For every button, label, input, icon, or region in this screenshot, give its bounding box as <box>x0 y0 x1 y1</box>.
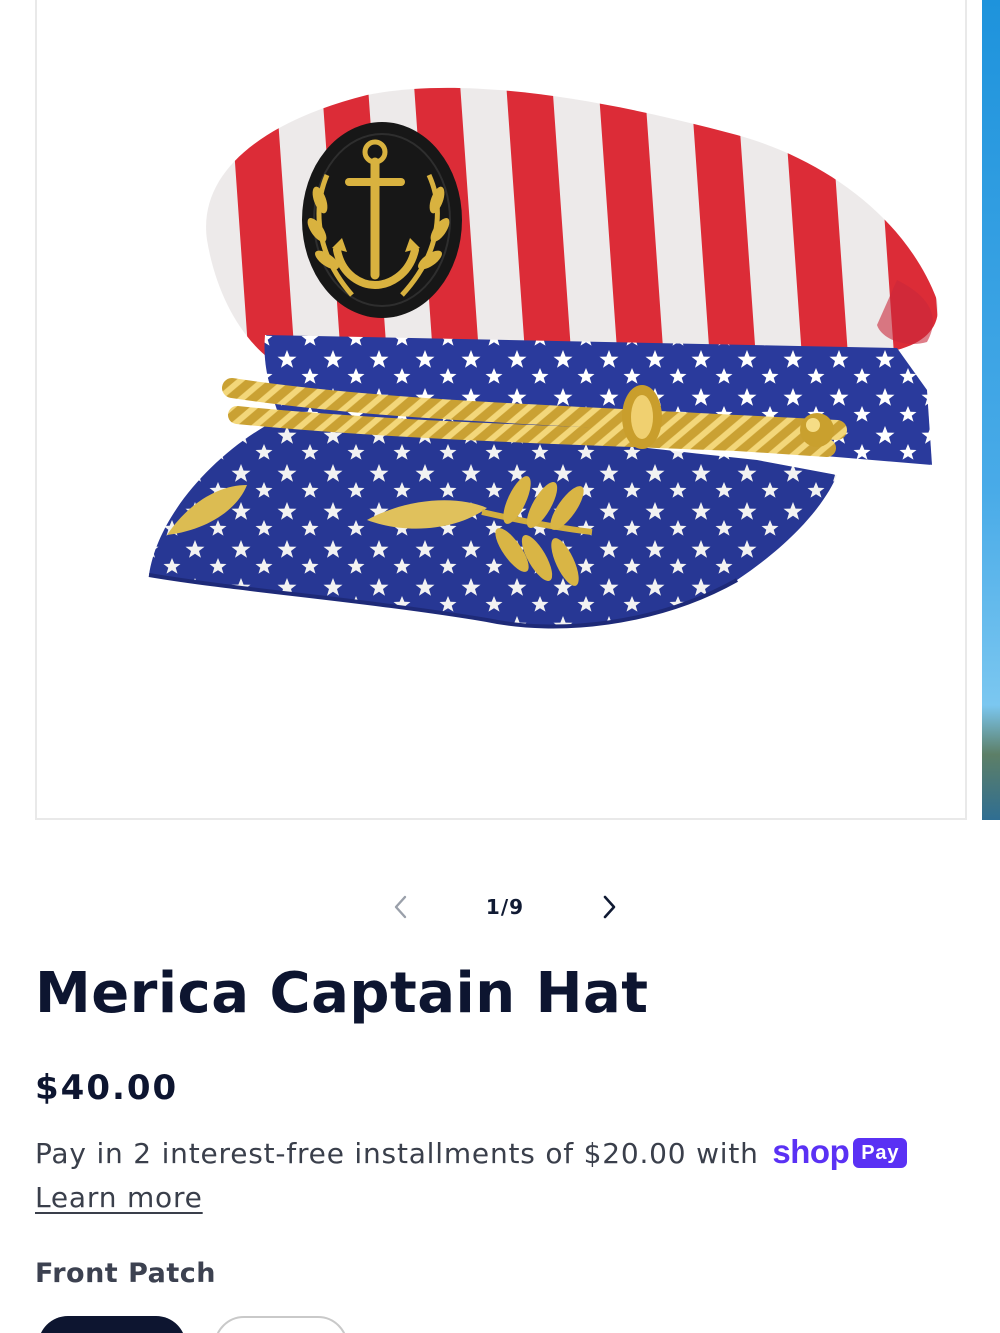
shop-pay-logo: shop <box>772 1133 850 1170</box>
anchor-badge <box>302 122 462 318</box>
product-page: 1/9 Merica Captain Hat $40.00 Pay in 2 i… <box>0 0 1000 1333</box>
shop-pay-badge: Pay <box>853 1138 908 1168</box>
next-product-image-peek[interactable] <box>982 0 1000 820</box>
product-image <box>148 87 938 629</box>
learn-more-link[interactable]: Learn more <box>35 1181 203 1214</box>
chevron-right-icon <box>603 895 616 919</box>
previous-slide-button[interactable] <box>380 888 420 926</box>
front-patch-label: Front Patch <box>35 1258 217 1289</box>
product-image-frame[interactable] <box>35 0 967 820</box>
slide-counter: 1/9 <box>485 895 525 919</box>
next-slide-button[interactable] <box>590 888 630 926</box>
installments-text: Pay in 2 interest-free installments of $… <box>35 1137 759 1170</box>
product-price: $40.00 <box>35 1068 179 1108</box>
front-patch-option-selected[interactable] <box>38 1316 186 1333</box>
chevron-left-icon <box>394 895 407 919</box>
installments-message: Pay in 2 interest-free installments of $… <box>35 1130 965 1220</box>
front-patch-option[interactable] <box>214 1316 348 1333</box>
gallery-pager: 1/9 <box>380 888 630 926</box>
product-title: Merica Captain Hat <box>35 961 649 1026</box>
